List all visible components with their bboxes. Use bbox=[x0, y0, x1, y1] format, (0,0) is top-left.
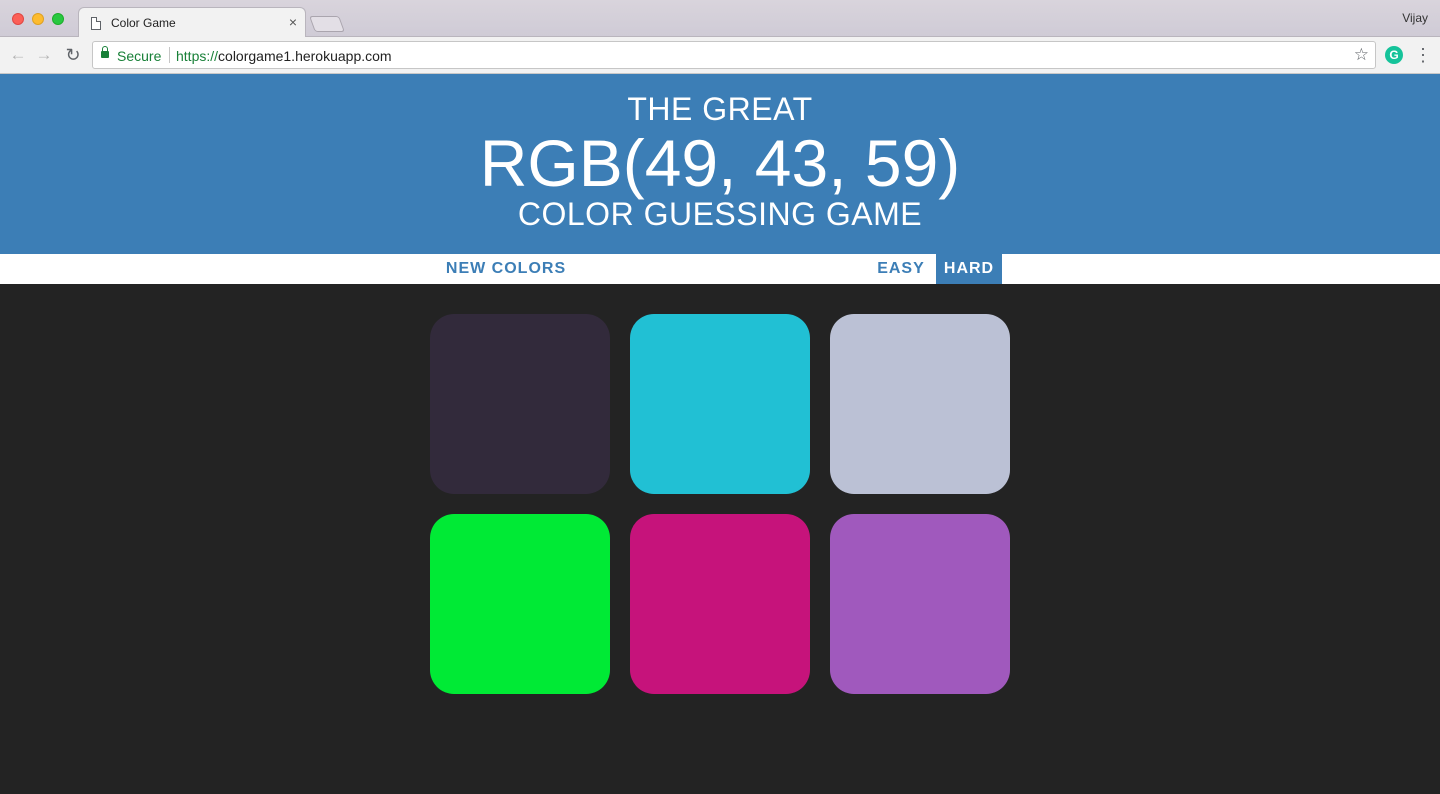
close-window-button[interactable] bbox=[12, 13, 24, 25]
maximize-window-button[interactable] bbox=[52, 13, 64, 25]
color-square[interactable] bbox=[830, 314, 1010, 494]
page-body: THE GREAT RGB(49, 43, 59) COLOR GUESSING… bbox=[0, 74, 1440, 794]
hard-mode-button[interactable]: HARD bbox=[936, 254, 1002, 284]
grammarly-icon[interactable]: G bbox=[1385, 46, 1403, 64]
color-square[interactable] bbox=[830, 514, 1010, 694]
close-tab-icon[interactable]: × bbox=[289, 14, 297, 30]
browser-toolbar: ← → ↻ Secure https://colorgame1.herokuap… bbox=[0, 37, 1440, 74]
back-icon[interactable]: ← bbox=[8, 45, 28, 65]
tab-title: Color Game bbox=[111, 16, 176, 30]
secure-label: Secure bbox=[117, 48, 162, 64]
url-scheme: https:// bbox=[176, 48, 219, 64]
reload-icon[interactable]: ↻ bbox=[63, 45, 83, 65]
easy-mode-button[interactable]: EASY bbox=[868, 254, 934, 284]
color-squares-grid bbox=[430, 314, 1010, 694]
color-square[interactable] bbox=[430, 314, 610, 494]
color-square[interactable] bbox=[630, 314, 810, 494]
color-square[interactable] bbox=[430, 514, 610, 694]
page-icon bbox=[91, 17, 101, 30]
header-title-top: THE GREAT bbox=[627, 91, 813, 127]
forward-icon[interactable]: → bbox=[34, 45, 54, 65]
browser-tab-bar: Color Game × Vijay bbox=[0, 0, 1440, 38]
browser-tab[interactable]: Color Game × bbox=[78, 7, 306, 38]
minimize-window-button[interactable] bbox=[32, 13, 44, 25]
new-tab-button[interactable] bbox=[309, 16, 345, 32]
url-text[interactable]: https://colorgame1.herokuapp.com bbox=[176, 48, 392, 64]
omnibox-divider bbox=[169, 47, 170, 63]
lock-icon bbox=[101, 46, 109, 58]
color-square[interactable] bbox=[630, 514, 810, 694]
controls-stripe: NEW COLORS EASY HARD bbox=[0, 254, 1440, 284]
new-colors-button[interactable]: NEW COLORS bbox=[436, 254, 576, 284]
address-bar[interactable]: Secure https://colorgame1.herokuapp.com … bbox=[92, 41, 1376, 69]
star-icon[interactable]: ☆ bbox=[1354, 45, 1369, 65]
header-title-bottom: COLOR GUESSING GAME bbox=[517, 196, 923, 232]
target-color-display: RGB(49, 43, 59) bbox=[479, 126, 961, 200]
profile-name[interactable]: Vijay bbox=[1402, 11, 1428, 25]
menu-icon[interactable]: ⋮ bbox=[1414, 45, 1432, 65]
url-host: colorgame1.herokuapp.com bbox=[218, 48, 392, 64]
game-header: THE GREAT RGB(49, 43, 59) COLOR GUESSING… bbox=[0, 74, 1440, 254]
